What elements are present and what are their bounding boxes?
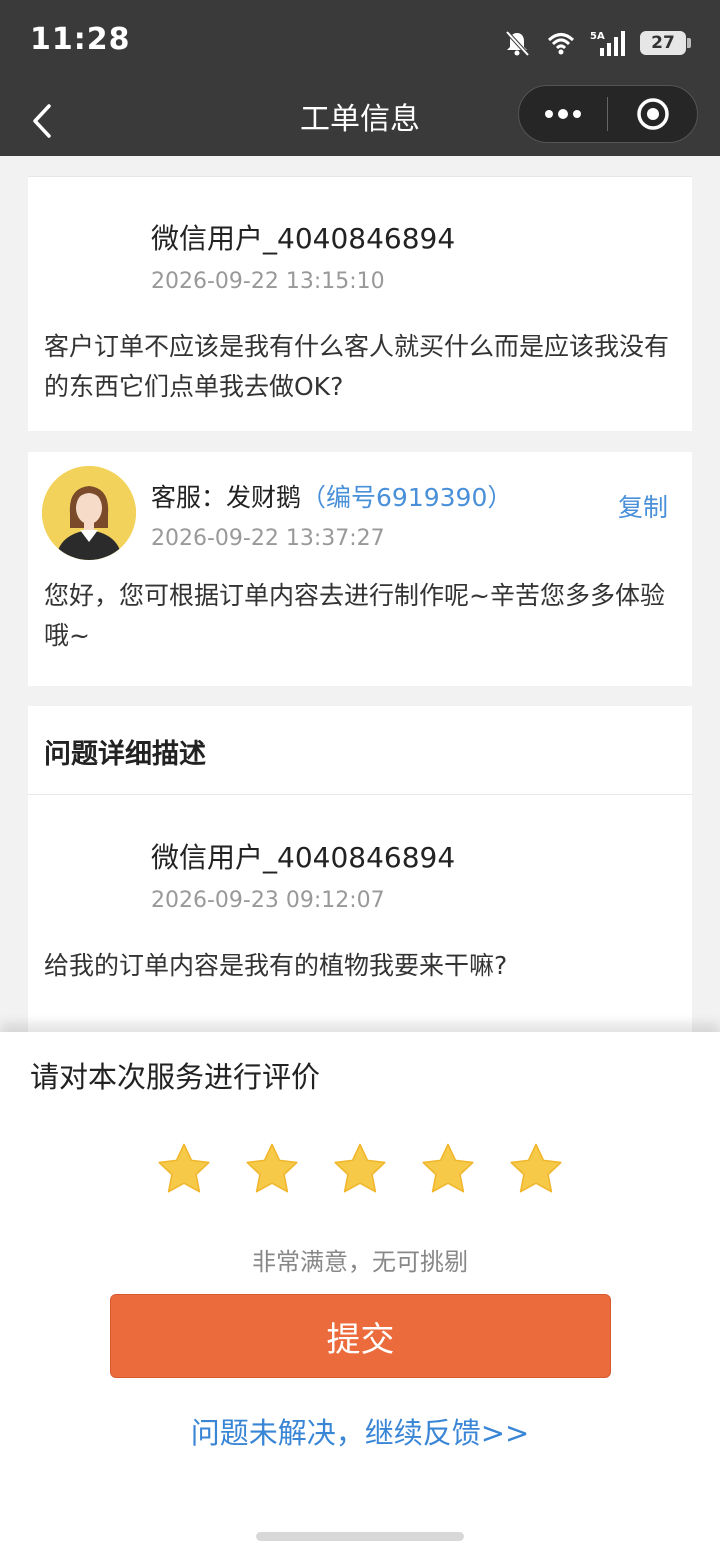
star-rating: [0, 1140, 720, 1198]
message-card-user: 微信用户_4040846894 2026-09-22 13:15:10 客户订单…: [28, 176, 692, 431]
wifi-icon: [547, 33, 575, 55]
section-title: 问题详细描述: [44, 739, 206, 770]
message-header: 客服：发财鹅（编号6919390） 2026-09-22 13:37:27: [151, 478, 512, 551]
message-text: 客户订单不应该是我有什么客人就买什么而是应该我没有的东西它们点单我去做OK?: [44, 332, 670, 401]
nav-bar: 工单信息: [0, 85, 720, 156]
submit-button[interactable]: 提交: [110, 1294, 611, 1378]
message-time: 2026-09-23 09:12:07: [151, 888, 385, 913]
star-icon[interactable]: [419, 1140, 477, 1198]
more-button[interactable]: [519, 86, 607, 142]
rating-sheet: 请对本次服务进行评价 非常满意，无可挑剔 提交 问题未解决，继续反馈>>: [0, 1032, 720, 1554]
user-name: 微信用户_4040846894: [151, 222, 456, 255]
message-header: 微信用户_4040846894 2026-09-23 09:12:07: [151, 836, 455, 913]
detail-section: 问题详细描述 微信用户_4040846894 2026-09-23 09:12:…: [28, 706, 692, 1036]
message-text: 您好，您可根据订单内容去进行制作呢~辛苦您多多体验哦~: [44, 581, 665, 650]
ticket-content[interactable]: 微信用户_4040846894 2026-09-22 13:15:10 客户订单…: [0, 156, 720, 1036]
divider: [28, 794, 692, 795]
message-card-agent: 客服：发财鹅（编号6919390） 2026-09-22 13:37:27 复制…: [28, 452, 692, 686]
star-icon[interactable]: [507, 1140, 565, 1198]
home-indicator[interactable]: [256, 1532, 464, 1541]
agent-id: （编号6919390）: [301, 483, 513, 512]
avatar: [42, 466, 136, 560]
message-time: 2026-09-22 13:15:10: [151, 269, 385, 294]
signal-5a-icon: 5A: [590, 31, 625, 56]
svg-text:5A: 5A: [590, 31, 605, 42]
close-miniprogram-button[interactable]: [608, 86, 697, 142]
star-icon[interactable]: [243, 1140, 301, 1198]
rating-heading: 请对本次服务进行评价: [30, 1060, 321, 1094]
target-circle-icon: [636, 98, 669, 130]
status-icons: 5A 27: [502, 26, 691, 60]
status-bar: 11:28 5A 27: [0, 0, 720, 86]
agent-name: 客服：发财鹅（编号6919390）: [151, 478, 512, 514]
message-text: 给我的订单内容是我有的植物我要来干嘛?: [44, 951, 508, 980]
mini-program-capsule: [518, 85, 698, 143]
user-name: 微信用户_4040846894: [151, 841, 456, 874]
mute-bell-icon: [505, 30, 530, 57]
continue-feedback-link[interactable]: 问题未解决，继续反馈>>: [0, 1410, 720, 1452]
message-time: 2026-09-22 13:37:27: [151, 526, 385, 551]
message-header: 微信用户_4040846894 2026-09-22 13:15:10: [151, 217, 455, 294]
status-time: 11:28: [30, 22, 131, 57]
star-icon[interactable]: [155, 1140, 213, 1198]
agent-avatar-icon: [42, 466, 136, 560]
battery-icon: 27: [640, 31, 691, 55]
rating-result-text: 非常满意，无可挑剔: [252, 1248, 468, 1276]
copy-button[interactable]: 复制: [618, 488, 668, 524]
star-icon[interactable]: [331, 1140, 389, 1198]
more-dots-icon: [545, 109, 581, 119]
agent-label: 客服：发财鹅: [151, 483, 302, 512]
